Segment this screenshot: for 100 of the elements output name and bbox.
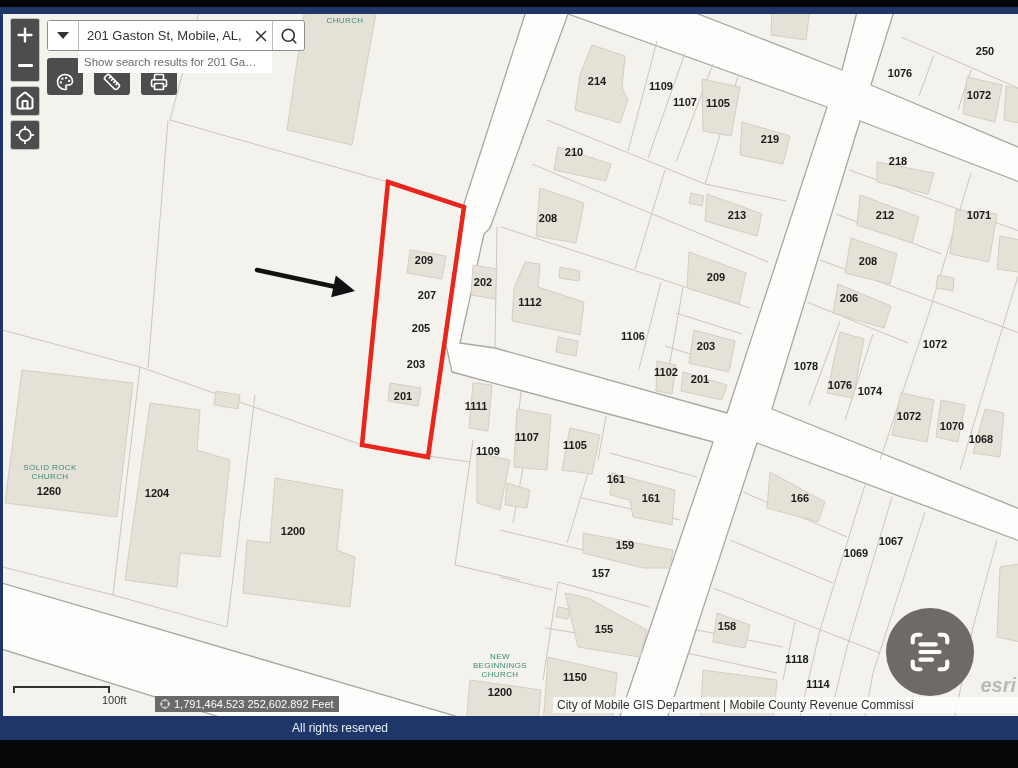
address-number: 155: [594, 623, 614, 635]
address-number: 209: [414, 254, 434, 266]
address-number: 1105: [706, 97, 730, 109]
address-number: 214: [587, 75, 607, 87]
search-source-button[interactable]: [48, 21, 79, 50]
footer-text: All rights reserved: [292, 721, 389, 735]
logo: esri: [980, 674, 1016, 696]
address-number: 203: [406, 358, 426, 370]
building: [891, 392, 935, 443]
church-name: SOLID ROCK CHURCH: [22, 463, 78, 481]
map-attribution: City of Mobile GIS Department | Mobile County Revenue Commissi: [553, 697, 1018, 713]
address-number: 1200: [280, 525, 306, 537]
address-number: 1109: [649, 80, 673, 92]
address-number: 207: [417, 289, 437, 301]
building: [513, 408, 552, 471]
building: [686, 251, 747, 305]
address-number: 206: [839, 292, 859, 304]
address-number: 202: [473, 276, 493, 288]
address-number: 212: [875, 209, 895, 221]
address-number: 1074: [857, 385, 883, 397]
map-view[interactable]: [0, 14, 1018, 716]
address-number: 213: [727, 209, 747, 221]
address-number: 1076: [887, 67, 913, 79]
building: [739, 121, 791, 165]
address-number: 210: [564, 146, 584, 158]
address-number: 1070: [939, 420, 965, 432]
suggestion-item[interactable]: Show search results for 201 Ga…: [84, 56, 257, 68]
building: [935, 274, 955, 292]
palette-icon: [56, 73, 74, 91]
scale-label: 100ft: [102, 694, 127, 706]
address-number: 209: [706, 271, 726, 283]
building: [535, 187, 585, 244]
address-number: 1150: [563, 671, 587, 683]
address-number: 208: [858, 255, 878, 267]
address-number: 1114: [806, 678, 830, 690]
address-number: 1102: [654, 366, 678, 378]
address-number: 1072: [966, 89, 992, 101]
address-number: 1076: [827, 379, 853, 391]
building: [406, 249, 447, 280]
building: [609, 472, 676, 526]
address-number: 1107: [673, 96, 697, 108]
address-number: 203: [696, 340, 716, 352]
address-number: 157: [591, 567, 611, 579]
building: [553, 146, 612, 182]
address-number: 201: [690, 373, 710, 385]
building: [470, 264, 498, 300]
ruler-icon: [103, 73, 121, 91]
address-number: 205: [411, 322, 431, 334]
crosshair-icon: [15, 125, 35, 145]
address-number: 161: [606, 473, 626, 485]
building: [561, 427, 601, 475]
address-number: 1105: [563, 439, 587, 451]
search-bar[interactable]: 201 Gaston St, Mobile, AL,: [47, 20, 305, 51]
address-number: 1200: [487, 686, 513, 698]
building: [844, 237, 898, 285]
address-number: 159: [615, 539, 635, 551]
coordinates-text: 1,791,464.523 252,602.892 Feet: [174, 698, 334, 710]
address-number: 1072: [896, 410, 922, 422]
address-number: 161: [641, 492, 661, 504]
address-number: 1112: [518, 296, 542, 308]
crosshair-icon: [160, 699, 170, 709]
caret-down-icon: [57, 32, 69, 39]
printer-icon: [150, 73, 168, 91]
building: [712, 612, 751, 649]
address-number: 1204: [144, 487, 170, 499]
building: [701, 78, 741, 137]
address-number: 166: [790, 492, 810, 504]
search-button[interactable]: [272, 21, 304, 50]
home-icon: [15, 91, 35, 111]
church-name: NEW BEGINNINGS CHURCH: [471, 651, 529, 679]
address-number: 219: [760, 133, 780, 145]
address-number: 250: [975, 45, 995, 57]
address-number: 1111: [464, 400, 488, 412]
address-number: 1068: [968, 433, 994, 445]
address-number: 1109: [476, 445, 500, 457]
address-number: 1069: [843, 547, 869, 559]
basemap-button[interactable]: [47, 58, 83, 95]
address-number: 201: [393, 390, 413, 402]
address-number: 1260: [36, 485, 62, 497]
address-number: 1078: [793, 360, 819, 372]
home-button[interactable]: [10, 86, 40, 116]
address-number: 158: [717, 620, 737, 632]
building: [766, 471, 826, 523]
address-number: 1118: [785, 653, 809, 665]
address-number: 1072: [922, 338, 948, 350]
search-icon: [279, 26, 298, 45]
address-number: 1067: [878, 535, 904, 547]
address-number: 218: [888, 155, 908, 167]
church-name: CHURCH: [325, 15, 365, 25]
address-number: 208: [538, 212, 558, 224]
building: [655, 360, 677, 395]
address-number: 1106: [621, 330, 645, 342]
locate-button[interactable]: [10, 120, 40, 150]
building: [387, 382, 422, 407]
building: [832, 283, 892, 329]
address-number: 1107: [515, 431, 539, 443]
building: [935, 399, 966, 443]
minus-icon: [17, 64, 33, 67]
address-number: 1071: [966, 209, 992, 221]
parcel-boundary: [597, 415, 607, 461]
